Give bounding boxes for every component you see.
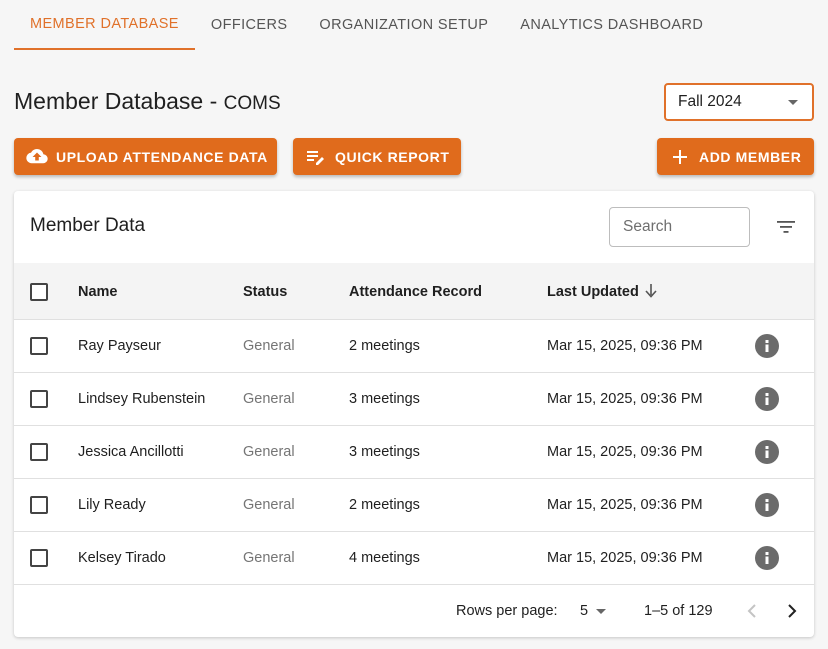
row-checkbox[interactable]: [30, 496, 48, 514]
member-name: Kelsey Tirado: [78, 550, 166, 566]
semester-value: Fall 2024: [678, 93, 742, 110]
plus-icon: [669, 146, 691, 168]
filter-icon[interactable]: [774, 215, 798, 239]
member-last-updated: Mar 15, 2025, 09:36 PM: [547, 338, 703, 354]
semester-select[interactable]: Fall 2024: [664, 83, 814, 121]
table-row[interactable]: Kelsey Tirado General 4 meetings Mar 15,…: [14, 532, 814, 585]
select-all-checkbox[interactable]: [30, 283, 48, 301]
column-last-updated-label: Last Updated: [547, 284, 639, 300]
sort-arrow-down-icon: [645, 284, 657, 302]
quick-report-label: Quick Report: [335, 148, 450, 165]
column-name[interactable]: Name: [78, 284, 118, 300]
member-status: General: [243, 444, 295, 460]
add-member-button[interactable]: Add Member: [657, 138, 814, 175]
member-last-updated: Mar 15, 2025, 09:36 PM: [547, 391, 703, 407]
caret-down-icon: [788, 100, 798, 105]
member-name: Ray Payseur: [78, 338, 162, 354]
quick-report-button[interactable]: Quick Report: [293, 138, 461, 175]
member-status: General: [243, 338, 295, 354]
info-icon[interactable]: [755, 334, 779, 358]
row-checkbox[interactable]: [30, 443, 48, 461]
row-checkbox[interactable]: [30, 337, 48, 355]
member-attendance: 3 meetings: [349, 391, 420, 407]
upload-attendance-button[interactable]: Upload Attendance Data: [14, 138, 277, 175]
card-title: Member Data: [30, 215, 146, 236]
info-icon[interactable]: [755, 387, 779, 411]
rows-per-page-label: Rows per page:: [456, 603, 558, 619]
cloud-upload-icon: [26, 146, 48, 168]
rows-per-page-value: 5: [580, 603, 589, 619]
rows-per-page-select[interactable]: 5: [580, 603, 607, 619]
member-attendance: 2 meetings: [349, 497, 420, 513]
member-name: Lindsey Rubenstein: [78, 391, 206, 407]
member-name: Lily Ready: [78, 497, 146, 513]
tab-member-database[interactable]: Member Database: [14, 0, 195, 50]
chevron-right-icon[interactable]: [778, 597, 806, 625]
table-row[interactable]: Jessica Ancillotti General 3 meetings Ma…: [14, 426, 814, 479]
member-status: General: [243, 497, 295, 513]
member-last-updated: Mar 15, 2025, 09:36 PM: [547, 497, 703, 513]
member-last-updated: Mar 15, 2025, 09:36 PM: [547, 550, 703, 566]
org-name: COMS: [223, 93, 281, 114]
tab-analytics-dashboard[interactable]: Analytics Dashboard: [504, 0, 719, 50]
table-row[interactable]: Lily Ready General 2 meetings Mar 15, 20…: [14, 479, 814, 532]
pagination: Rows per page: 5 1–5 of 129: [14, 585, 814, 637]
row-checkbox[interactable]: [30, 549, 48, 567]
info-icon[interactable]: [755, 440, 779, 464]
pagination-range: 1–5 of 129: [644, 603, 713, 619]
upload-attendance-label: Upload Attendance Data: [56, 148, 268, 165]
info-icon[interactable]: [755, 493, 779, 517]
column-last-updated[interactable]: Last Updated: [547, 284, 657, 302]
edit-note-icon: [305, 146, 327, 168]
member-last-updated: Mar 15, 2025, 09:36 PM: [547, 444, 703, 460]
row-checkbox[interactable]: [30, 390, 48, 408]
column-status[interactable]: Status: [243, 284, 287, 300]
info-icon[interactable]: [755, 546, 779, 570]
member-status: General: [243, 391, 295, 407]
tab-organization-setup[interactable]: Organization Setup: [303, 0, 504, 50]
add-member-label: Add Member: [699, 148, 802, 165]
page-title-text: Member Database -: [14, 88, 224, 114]
table-row[interactable]: Lindsey Rubenstein General 3 meetings Ma…: [14, 373, 814, 426]
member-attendance: 2 meetings: [349, 338, 420, 354]
page-title: Member Database - COMS: [14, 88, 281, 115]
caret-down-icon: [596, 608, 607, 614]
nav-tabs: Member Database Officers Organization Se…: [14, 0, 719, 50]
member-data-card: Member Data Name Status Attendance Recor…: [14, 191, 814, 637]
member-name: Jessica Ancillotti: [78, 444, 184, 460]
tab-officers[interactable]: Officers: [195, 0, 304, 50]
table-row[interactable]: Ray Payseur General 2 meetings Mar 15, 2…: [14, 320, 814, 373]
chevron-left-icon[interactable]: [738, 597, 766, 625]
table-header: Name Status Attendance Record Last Updat…: [14, 263, 814, 320]
member-attendance: 4 meetings: [349, 550, 420, 566]
search-input[interactable]: [609, 207, 750, 247]
member-status: General: [243, 550, 295, 566]
column-attendance[interactable]: Attendance Record: [349, 284, 482, 300]
member-attendance: 3 meetings: [349, 444, 420, 460]
